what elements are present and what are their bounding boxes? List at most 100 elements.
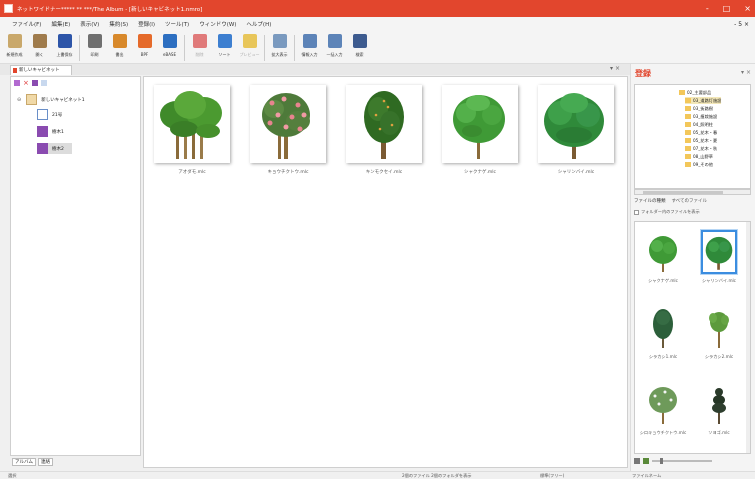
folder-item[interactable]: 03_街路樹	[685, 105, 713, 112]
tree-soyogo-image	[712, 388, 726, 424]
folder-label: 05_花木・夏	[693, 137, 718, 143]
tab-album[interactable]: アルバム	[12, 458, 36, 466]
thumbnail-label: キョウチクトウ.mlc	[267, 170, 309, 175]
grid-item[interactable]: シラカシ1.mlc	[639, 302, 687, 372]
menu-window[interactable]: ウィンドウ(W)	[199, 20, 236, 28]
menu-edit[interactable]: 編集(E)	[51, 20, 70, 28]
slider-knob[interactable]	[660, 457, 663, 464]
folder-item[interactable]: 09_その他	[685, 161, 713, 168]
grid-view-controls	[634, 456, 751, 465]
show-subfolder-files-checkbox[interactable]: フォルダー内のファイルを表示	[634, 209, 700, 215]
thumbnail-card[interactable]	[346, 85, 422, 163]
thumbnail-card[interactable]	[250, 85, 326, 163]
tree-shirakashi2-image	[709, 312, 729, 348]
register-title: 登録	[635, 69, 651, 78]
ebase-button[interactable]: eBASE	[159, 31, 180, 64]
pane-controls[interactable]: ▾ ×	[741, 69, 751, 76]
batch-input-icon	[327, 34, 342, 48]
tree-item-tree2[interactable]: 樹木2	[37, 143, 72, 154]
thumbnail-view-icon[interactable]	[634, 457, 640, 464]
save-button[interactable]: 上書保存	[54, 31, 75, 64]
thumbnail-size-slider[interactable]	[652, 457, 712, 464]
new-cabinet-button[interactable]: 新規作成	[4, 31, 25, 64]
thumbnail-card[interactable]	[538, 85, 614, 163]
open-button[interactable]: 開く	[29, 31, 50, 64]
folder-icon	[685, 154, 691, 159]
folder-item[interactable]: 07_花木・秋	[685, 145, 717, 152]
bpf-button[interactable]: BPF	[134, 31, 155, 64]
mdi-controls[interactable]: - 5 ×	[734, 17, 749, 31]
tab-all-files[interactable]: すべてのファイル	[672, 198, 708, 204]
info-input-icon	[302, 34, 317, 48]
tree-item-21[interactable]: 21号	[37, 109, 62, 120]
scroll-thumb[interactable]	[643, 191, 723, 194]
new-cabinet-icon	[7, 34, 22, 48]
batch-input-button[interactable]: 一括入力	[324, 31, 345, 64]
refresh-icon[interactable]	[41, 80, 47, 86]
menu-file[interactable]: ファイル(F)	[12, 20, 41, 28]
delete-button[interactable]: 削除	[189, 31, 210, 64]
folder-icon	[685, 98, 691, 103]
register-file-grid: シャクナゲ.mlc シャリンバイ.mlc シラカシ1.mlc シラカシ2.mlc…	[634, 221, 751, 454]
folder-label: 03_植栽施設	[693, 113, 718, 119]
folder-item[interactable]: 05_花木・春	[685, 129, 717, 136]
menu-register[interactable]: 登録(I)	[138, 20, 155, 28]
export-button[interactable]: 書出	[109, 31, 130, 64]
info-input-button[interactable]: 情報入力	[299, 31, 320, 64]
tree-sharinbai-image	[544, 93, 604, 159]
close-button[interactable]: ×	[744, 4, 751, 13]
tree-sharinbai-image	[701, 230, 737, 274]
maximize-button[interactable]: □	[723, 4, 731, 13]
grid-item[interactable]: ソヨゴ.mlc	[695, 378, 743, 448]
export-label: 書出	[115, 52, 124, 57]
tab-list-icon[interactable]: ▾ ×	[610, 65, 620, 72]
tree-root-label: 新しいキャビネット1	[41, 97, 85, 103]
new-cabinet-label: 新規作成	[6, 52, 23, 57]
search-button[interactable]: 検索	[349, 31, 370, 64]
folder-item[interactable]: 08_山野草	[685, 153, 713, 160]
folder-item[interactable]: 03_植栽施設	[685, 113, 717, 120]
grid-item[interactable]: シロキョウチクトウ.mlc	[639, 378, 687, 448]
register-pane: 登録 ▾ × 02_主要部品 03_道路灯施設 03_街路樹 03_植栽施設 0…	[630, 64, 755, 471]
tab-contact[interactable]: 連絡	[37, 458, 53, 466]
folder-label: 02_主要部品	[687, 89, 712, 95]
folder-hscrollbar[interactable]	[634, 189, 751, 195]
checkbox[interactable]	[634, 209, 639, 215]
folder-add-icon[interactable]	[14, 80, 20, 86]
ebase-label: eBASE	[162, 52, 176, 57]
tab-file-type[interactable]: ファイルの種類	[634, 198, 666, 204]
thumbnail-card[interactable]	[442, 85, 518, 163]
folder-icon	[685, 122, 691, 127]
delete-icon[interactable]: ×	[23, 80, 29, 87]
zoom-view-button[interactable]: 拡大表示	[269, 31, 290, 64]
thumbnail-card[interactable]	[154, 85, 230, 163]
folder-item[interactable]: 05_花木・夏	[685, 137, 717, 144]
preview-button[interactable]: プレビュー	[239, 31, 260, 64]
sort-button[interactable]: ソート	[214, 31, 235, 64]
print-button[interactable]: 印刷	[84, 31, 105, 64]
minimize-button[interactable]: -	[706, 4, 709, 13]
folder-label: 04_照明柱	[693, 121, 713, 127]
grid-item-label: ソヨゴ.mlc	[708, 430, 730, 435]
grid-item[interactable]: シラカシ2.mlc	[695, 302, 743, 372]
folder-item-selected[interactable]: 03_道路灯施設	[685, 97, 722, 104]
menu-collect[interactable]: 集約(S)	[109, 20, 128, 28]
menu-view[interactable]: 表示(V)	[80, 20, 99, 28]
preview-label: プレビュー	[239, 52, 260, 57]
tab-cabinet[interactable]: 新しいキャビネット1.nmro	[10, 65, 72, 82]
menu-help[interactable]: ヘルプ(H)	[246, 20, 271, 28]
tree-shirakashi1-image	[653, 309, 673, 348]
folder-icon	[685, 106, 691, 111]
collapse-icon[interactable]: ⊖	[17, 97, 21, 103]
tree-item-tree1[interactable]: 樹木1	[37, 126, 64, 137]
folder-item[interactable]: 02_主要部品	[679, 89, 711, 96]
album-icon[interactable]	[32, 80, 38, 86]
tree-root[interactable]: ⊖ 新しいキャビネット1	[17, 94, 85, 105]
folder-icon	[685, 130, 691, 135]
grid-vscrollbar[interactable]	[746, 222, 750, 453]
grid-item[interactable]: シャクナゲ.mlc	[639, 226, 687, 296]
menu-tools[interactable]: ツール(T)	[165, 20, 189, 28]
delete-label: 削除	[195, 52, 204, 57]
folder-item[interactable]: 04_照明柱	[685, 121, 713, 128]
grid-item-selected[interactable]: シャリンバイ.mlc	[695, 226, 743, 296]
